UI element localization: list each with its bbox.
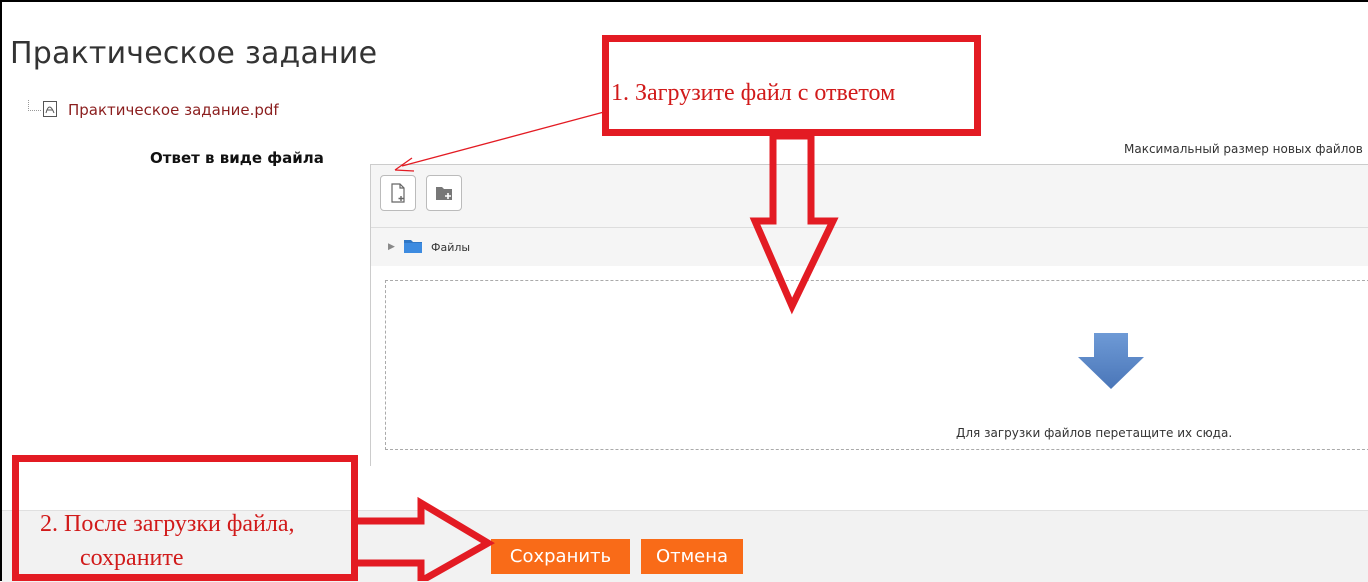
path-label[interactable]: Файлы: [431, 241, 470, 254]
cancel-button[interactable]: Отмена: [641, 539, 743, 574]
folder-icon: [404, 240, 422, 253]
add-file-icon: [391, 183, 405, 203]
path-bar: ▶ Файлы: [371, 227, 1368, 267]
file-manager: ▶ Файлы Для загрузки файлов перетащите и…: [370, 164, 1368, 466]
add-file-button[interactable]: [380, 175, 416, 211]
callout-step1-text: 1. Загрузите файл с ответом: [611, 80, 896, 106]
page-title: Практическое задание: [10, 36, 378, 71]
tree-connector: [28, 100, 41, 111]
dropzone[interactable]: Для загрузки файлов перетащите их сюда.: [385, 280, 1368, 450]
expand-arrow-icon[interactable]: ▶: [388, 241, 395, 252]
callout-step2-line1: 2. После загрузки файла,: [40, 511, 295, 537]
down-arrow-icon: [1078, 333, 1144, 389]
save-button[interactable]: Сохранить: [491, 539, 630, 574]
dropzone-container: Для загрузки файлов перетащите их сюда.: [371, 266, 1368, 466]
create-folder-icon: [436, 187, 452, 200]
max-size-text: Максимальный размер новых файлов: [1124, 142, 1363, 156]
callout-step2-line2: сохраните: [80, 545, 184, 571]
create-folder-button[interactable]: [426, 175, 462, 211]
attachment-link[interactable]: Практическое задание.pdf: [68, 101, 279, 119]
field-label: Ответ в виде файла: [150, 149, 324, 167]
drop-text: Для загрузки файлов перетащите их сюда.: [956, 426, 1233, 440]
pdf-icon: [43, 101, 57, 117]
